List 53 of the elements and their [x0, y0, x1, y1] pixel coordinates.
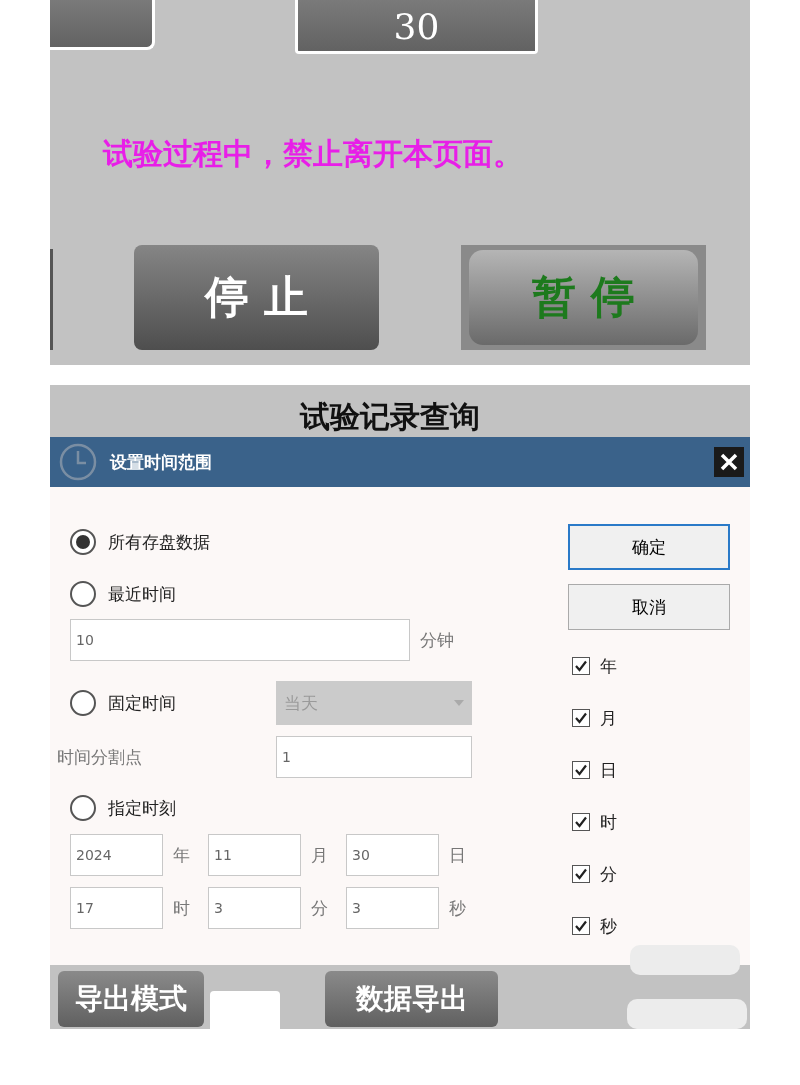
unit-label: 分钟: [419, 628, 455, 652]
checkbox[interactable]: [572, 865, 590, 883]
input-field[interactable]: 30: [346, 834, 439, 876]
panel-button[interactable]: [50, 0, 155, 50]
export-button[interactable]: 导出模式: [58, 971, 204, 1027]
checkbox[interactable]: [572, 657, 590, 675]
checkbox[interactable]: [572, 709, 590, 727]
dialog-button[interactable]: 取消: [568, 584, 730, 630]
input-field[interactable]: 11: [208, 834, 301, 876]
value-button[interactable]: 30: [295, 0, 538, 54]
input-field[interactable]: 2024: [70, 834, 163, 876]
input-field[interactable]: [627, 999, 747, 1029]
checkbox-label[interactable]: 秒: [600, 914, 617, 938]
checkbox-label[interactable]: 年: [600, 654, 617, 678]
radio-button[interactable]: [70, 529, 96, 555]
caret-icon: [454, 700, 464, 706]
clock-icon: [58, 442, 98, 482]
radio-label[interactable]: 所有存盘数据: [108, 530, 210, 554]
input-field[interactable]: 3: [208, 887, 301, 929]
unit-label: 年: [172, 843, 191, 867]
checkbox-label[interactable]: 时: [600, 810, 617, 834]
input-field[interactable]: 3: [346, 887, 439, 929]
unit-label: 秒: [448, 896, 467, 920]
input-field[interactable]: 10: [70, 619, 410, 661]
checkbox[interactable]: [572, 761, 590, 779]
checkbox-label[interactable]: 月: [600, 706, 617, 730]
radio-label[interactable]: 指定时刻: [108, 796, 176, 820]
close-icon: [720, 453, 738, 471]
stop-button[interactable]: 停 止: [134, 245, 379, 350]
input-field[interactable]: 1: [276, 736, 472, 778]
radio-label[interactable]: 最近时间: [108, 582, 176, 606]
radio-button[interactable]: [70, 690, 96, 716]
checkbox-label[interactable]: 日: [600, 758, 617, 782]
dialog-title: 设置时间范围: [110, 450, 213, 474]
warning-text: 试验过程中，禁止离开本页面。: [103, 135, 523, 173]
radio-button[interactable]: [70, 795, 96, 821]
unit-label: 日: [448, 843, 467, 867]
unit-label: 分: [310, 896, 329, 920]
input-field[interactable]: [210, 991, 280, 1029]
unit-label: 月: [310, 843, 329, 867]
checkbox[interactable]: [572, 917, 590, 935]
radio-button[interactable]: [70, 581, 96, 607]
checkbox[interactable]: [572, 813, 590, 831]
export-button[interactable]: 数据导出: [325, 971, 498, 1027]
input-field[interactable]: [630, 945, 740, 975]
close-button[interactable]: [714, 447, 744, 477]
page-title: 试验记录查询: [300, 398, 480, 436]
dialog-button[interactable]: 确定: [568, 524, 730, 570]
checkbox-label[interactable]: 分: [600, 862, 617, 886]
input-field[interactable]: 17: [70, 887, 163, 929]
field-label: 时间分割点: [57, 745, 143, 769]
radio-label[interactable]: 固定时间: [108, 691, 176, 715]
unit-label: 时: [172, 896, 191, 920]
